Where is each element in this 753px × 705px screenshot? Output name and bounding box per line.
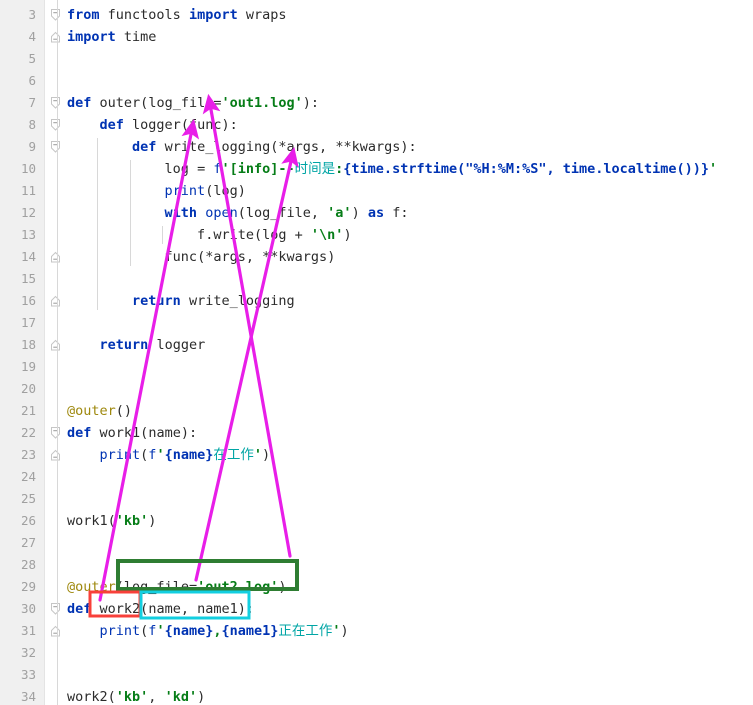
fold-end-icon[interactable] xyxy=(49,26,62,48)
code-folding-strip xyxy=(45,0,67,705)
line-number: 25 xyxy=(20,491,36,506)
line-number: 11 xyxy=(20,183,36,198)
code-line[interactable]: f.write(log + '\n') xyxy=(67,224,352,246)
line-number-gutter: 3 4 5 6 7 8 9 10 11 12 13 14 15 16 17 18 19 20 21 22 23 24 25 2… xyxy=(0,0,45,705)
code-line[interactable]: def write_logging(*args, **kwargs): xyxy=(67,136,417,158)
line-number: 3 xyxy=(28,7,36,22)
line-number: 34 xyxy=(20,689,36,704)
code-line[interactable]: with open(log_file, 'a') as f: xyxy=(67,202,409,224)
line-number: 20 xyxy=(20,381,36,396)
line-number: 30 xyxy=(20,601,36,616)
line-number: 7 xyxy=(28,95,36,110)
fold-end-icon[interactable] xyxy=(49,246,62,268)
line-number: 9 xyxy=(28,139,36,154)
line-number: 5 xyxy=(28,51,36,66)
code-line[interactable]: def work2(name, name1): xyxy=(67,598,254,620)
fold-end-icon[interactable] xyxy=(49,444,62,466)
code-line[interactable]: print(f'{name}在工作') xyxy=(67,444,271,466)
line-number: 18 xyxy=(20,337,36,352)
line-number: 21 xyxy=(20,403,36,418)
line-number: 24 xyxy=(20,469,36,484)
line-number: 28 xyxy=(20,557,36,572)
line-number: 8 xyxy=(28,117,36,132)
code-line[interactable]: work2('kb', 'kd') xyxy=(67,686,205,705)
line-number: 4 xyxy=(28,29,36,44)
fold-collapse-icon[interactable] xyxy=(49,598,62,620)
fold-collapse-icon[interactable] xyxy=(49,4,62,26)
line-number: 26 xyxy=(20,513,36,528)
fold-end-icon[interactable] xyxy=(49,290,62,312)
fold-collapse-icon[interactable] xyxy=(49,114,62,136)
line-number: 6 xyxy=(28,73,36,88)
line-number: 10 xyxy=(20,161,36,176)
code-line[interactable]: return logger xyxy=(67,334,206,356)
code-line[interactable]: def logger(func): xyxy=(67,114,238,136)
code-line[interactable]: print(log) xyxy=(67,180,246,202)
line-number: 27 xyxy=(20,535,36,550)
fold-collapse-icon[interactable] xyxy=(49,136,62,158)
line-number: 14 xyxy=(20,249,36,264)
code-line[interactable]: def work1(name): xyxy=(67,422,197,444)
line-number: 22 xyxy=(20,425,36,440)
line-number: 12 xyxy=(20,205,36,220)
code-line[interactable]: def outer(log_file='out1.log'): xyxy=(67,92,319,114)
line-number: 23 xyxy=(20,447,36,462)
line-number: 17 xyxy=(20,315,36,330)
code-line[interactable]: log = f'[info]--时间是:{time.strftime("%H:%… xyxy=(67,158,718,180)
line-number: 33 xyxy=(20,667,36,682)
line-number: 32 xyxy=(20,645,36,660)
gutter-separator-line xyxy=(57,0,58,705)
indent-guide xyxy=(129,160,131,266)
line-number: 29 xyxy=(20,579,36,594)
line-number: 16 xyxy=(20,293,36,308)
code-line[interactable]: print(f'{name},{name1}正在工作') xyxy=(67,620,349,642)
fold-collapse-icon[interactable] xyxy=(49,422,62,444)
fold-end-icon[interactable] xyxy=(49,620,62,642)
line-number: 31 xyxy=(20,623,36,638)
code-line[interactable]: func(*args, **kwargs) xyxy=(67,246,336,268)
fold-end-icon[interactable] xyxy=(49,334,62,356)
code-line[interactable]: import time xyxy=(67,26,156,48)
code-line[interactable]: @outer(log_file='out2.log') xyxy=(67,576,287,598)
code-line[interactable]: return write_logging xyxy=(67,290,295,312)
indent-guide xyxy=(97,138,99,310)
code-content-area[interactable]: from functools import wraps import time de… xyxy=(67,0,753,705)
code-line[interactable]: @outer() xyxy=(67,400,132,422)
line-number: 15 xyxy=(20,271,36,286)
line-number: 19 xyxy=(20,359,36,374)
fold-collapse-icon[interactable] xyxy=(49,92,62,114)
indent-guide xyxy=(161,226,163,244)
code-editor-screenshot: 3 4 5 6 7 8 9 10 11 12 13 14 15 16 17 18 19 20 21 22 23 24 25 2… xyxy=(0,0,753,705)
code-line[interactable]: work1('kb') xyxy=(67,510,156,532)
line-number: 13 xyxy=(20,227,36,242)
code-line[interactable]: from functools import wraps xyxy=(67,4,287,26)
